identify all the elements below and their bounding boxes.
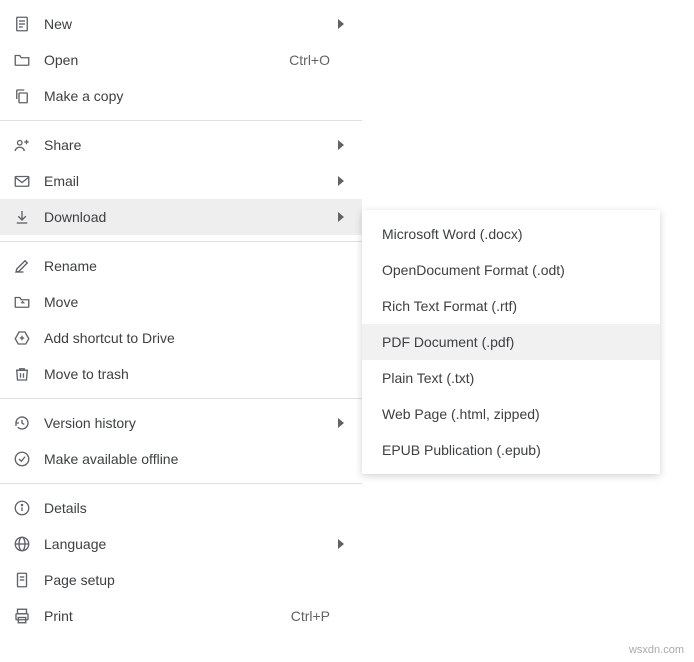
menu-item-download[interactable]: Download: [0, 199, 362, 235]
menu-label: New: [44, 16, 350, 32]
menu-label: Page setup: [44, 572, 350, 588]
chevron-right-icon: [338, 19, 344, 29]
submenu-label: Rich Text Format (.rtf): [382, 298, 517, 314]
menu-item-share[interactable]: Share: [0, 127, 362, 163]
submenu-label: Web Page (.html, zipped): [382, 406, 540, 422]
folder-icon: [12, 50, 32, 70]
menu-item-print[interactable]: Print Ctrl+P: [0, 598, 362, 634]
page-setup-icon: [12, 570, 32, 590]
file-menu: New Open Ctrl+O Make a copy Share Email: [0, 0, 362, 640]
submenu-item-html[interactable]: Web Page (.html, zipped): [362, 396, 660, 432]
chevron-right-icon: [338, 418, 344, 428]
menu-item-details[interactable]: Details: [0, 490, 362, 526]
chevron-right-icon: [338, 176, 344, 186]
menu-label: Details: [44, 500, 350, 516]
menu-label: Move to trash: [44, 366, 350, 382]
document-icon: [12, 14, 32, 34]
copy-icon: [12, 86, 32, 106]
email-icon: [12, 171, 32, 191]
drive-shortcut-icon: [12, 328, 32, 348]
menu-label: Email: [44, 173, 350, 189]
menu-label: Add shortcut to Drive: [44, 330, 350, 346]
menu-item-trash[interactable]: Move to trash: [0, 356, 362, 392]
menu-item-language[interactable]: Language: [0, 526, 362, 562]
trash-icon: [12, 364, 32, 384]
submenu-label: OpenDocument Format (.odt): [382, 262, 565, 278]
menu-item-new[interactable]: New: [0, 6, 362, 42]
menu-item-open[interactable]: Open Ctrl+O: [0, 42, 362, 78]
menu-item-rename[interactable]: Rename: [0, 248, 362, 284]
menu-item-email[interactable]: Email: [0, 163, 362, 199]
chevron-right-icon: [338, 140, 344, 150]
submenu-item-epub[interactable]: EPUB Publication (.epub): [362, 432, 660, 468]
menu-label: Open: [44, 52, 289, 68]
submenu-label: Plain Text (.txt): [382, 370, 474, 386]
chevron-right-icon: [338, 212, 344, 222]
download-icon: [12, 207, 32, 227]
download-submenu: Microsoft Word (.docx) OpenDocument Form…: [362, 210, 660, 474]
menu-label: Make available offline: [44, 451, 350, 467]
menu-label: Download: [44, 209, 350, 225]
menu-separator: [0, 483, 362, 484]
menu-label: Share: [44, 137, 350, 153]
menu-label: Version history: [44, 415, 350, 431]
menu-item-move[interactable]: Move: [0, 284, 362, 320]
chevron-right-icon: [338, 539, 344, 549]
menu-label: Make a copy: [44, 88, 350, 104]
submenu-item-txt[interactable]: Plain Text (.txt): [362, 360, 660, 396]
menu-separator: [0, 120, 362, 121]
menu-shortcut: Ctrl+O: [289, 52, 330, 68]
menu-item-version-history[interactable]: Version history: [0, 405, 362, 441]
submenu-label: EPUB Publication (.epub): [382, 442, 541, 458]
move-icon: [12, 292, 32, 312]
submenu-item-docx[interactable]: Microsoft Word (.docx): [362, 216, 660, 252]
globe-icon: [12, 534, 32, 554]
menu-item-make-copy[interactable]: Make a copy: [0, 78, 362, 114]
print-icon: [12, 606, 32, 626]
menu-separator: [0, 398, 362, 399]
menu-item-add-shortcut[interactable]: Add shortcut to Drive: [0, 320, 362, 356]
info-icon: [12, 498, 32, 518]
submenu-label: Microsoft Word (.docx): [382, 226, 523, 242]
watermark: wsxdn.com: [629, 644, 684, 656]
submenu-item-rtf[interactable]: Rich Text Format (.rtf): [362, 288, 660, 324]
menu-label: Move: [44, 294, 350, 310]
menu-label: Rename: [44, 258, 350, 274]
submenu-item-pdf[interactable]: PDF Document (.pdf): [362, 324, 660, 360]
menu-shortcut: Ctrl+P: [291, 608, 330, 624]
submenu-item-odt[interactable]: OpenDocument Format (.odt): [362, 252, 660, 288]
menu-label: Language: [44, 536, 350, 552]
offline-icon: [12, 449, 32, 469]
menu-separator: [0, 241, 362, 242]
rename-icon: [12, 256, 32, 276]
menu-item-page-setup[interactable]: Page setup: [0, 562, 362, 598]
menu-label: Print: [44, 608, 291, 624]
submenu-label: PDF Document (.pdf): [382, 334, 514, 350]
menu-item-offline[interactable]: Make available offline: [0, 441, 362, 477]
history-icon: [12, 413, 32, 433]
share-icon: [12, 135, 32, 155]
